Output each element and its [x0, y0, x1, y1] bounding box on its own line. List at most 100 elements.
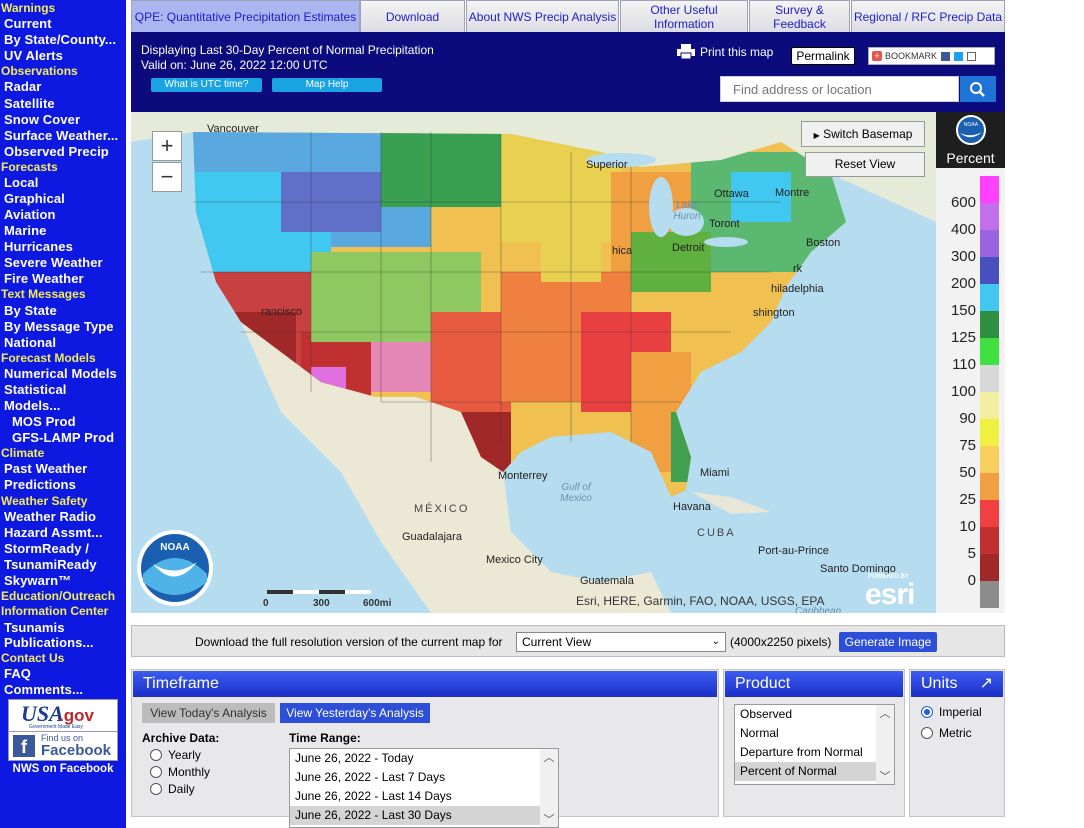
sidebar-link[interactable]: Weather Radio — [0, 509, 126, 524]
map-canvas: NOAA — [131, 112, 936, 613]
chevron-down-icon: ⌄ — [711, 636, 720, 647]
zoom-in-button[interactable]: + — [152, 131, 182, 161]
archive-option-label: Monthly — [168, 765, 211, 779]
permalink-button[interactable]: Permalink — [791, 47, 855, 65]
chevron-up-icon[interactable]: ︿ — [876, 705, 894, 721]
facebook-caption[interactable]: NWS on Facebook — [0, 763, 126, 775]
tab-3[interactable]: Other Useful Information — [620, 0, 748, 32]
sidebar-link[interactable]: Marine — [0, 223, 126, 238]
sidebar-link[interactable]: Tsunamis — [0, 620, 126, 635]
map-header: Displaying Last 30-Day Percent of Normal… — [131, 32, 1005, 112]
archive-option[interactable]: Yearly — [150, 748, 201, 762]
radio-button[interactable] — [150, 783, 162, 795]
chevron-up-icon[interactable]: ︿ — [540, 749, 558, 765]
chevron-down-icon[interactable]: ﹀ — [540, 811, 558, 827]
sidebar-link[interactable]: Observed Precip — [0, 144, 126, 159]
list-option[interactable]: Observed — [735, 705, 894, 724]
switch-basemap-button[interactable]: ▶ Switch Basemap — [801, 121, 925, 147]
sidebar-link[interactable]: By State/County... — [0, 32, 126, 47]
sidebar-link[interactable]: Models... — [0, 398, 126, 413]
search-button[interactable] — [960, 76, 996, 102]
radio-button[interactable] — [921, 727, 933, 739]
sidebar-link[interactable]: TsunamiReady — [0, 557, 126, 572]
download-description: Download the full resolution version of … — [195, 635, 503, 649]
legend-label: 25 — [959, 491, 976, 508]
sidebar-link[interactable]: StormReady / — [0, 541, 126, 556]
sidebar-link[interactable]: Graphical — [0, 191, 126, 206]
sidebar-link[interactable]: By Message Type — [0, 319, 126, 334]
sidebar-link[interactable]: Publications... — [0, 635, 126, 650]
scrollbar[interactable]: ︿ ﹀ — [540, 749, 558, 827]
scrollbar[interactable]: ︿ ﹀ — [876, 705, 894, 784]
sidebar-link[interactable]: GFS-LAMP Prod — [0, 430, 126, 445]
list-option[interactable]: Normal — [735, 724, 894, 743]
map-place-label: Superior — [586, 159, 628, 171]
list-option[interactable]: June 26, 2022 - Last 30 Days — [290, 806, 558, 825]
zoom-out-button[interactable]: − — [152, 162, 182, 192]
chevron-down-icon[interactable]: ﹀ — [876, 768, 894, 784]
sidebar-link[interactable]: Local — [0, 175, 126, 190]
tab-1[interactable]: Download — [360, 0, 465, 32]
sidebar-link[interactable]: Surface Weather... — [0, 128, 126, 143]
map-attribution: Esri, HERE, Garmin, FAO, NOAA, USGS, EPA — [576, 594, 825, 608]
sidebar-link[interactable]: FAQ — [0, 666, 126, 681]
usagov-badge[interactable]: USA .gov Government Made Easy — [8, 699, 118, 732]
expand-icon[interactable]: ↗ — [980, 671, 993, 697]
tab-2[interactable]: About NWS Precip Analysis — [466, 0, 619, 32]
sidebar-link[interactable]: Predictions — [0, 477, 126, 492]
sidebar-link[interactable]: Numerical Models — [0, 366, 126, 381]
facebook-badge[interactable]: f Find us on Facebook — [8, 731, 118, 761]
sidebar-link[interactable]: Fire Weather — [0, 271, 126, 286]
list-option[interactable]: June 26, 2022 - Last 7 Days — [290, 768, 558, 787]
sidebar-link[interactable]: Comments... — [0, 682, 126, 697]
sidebar-link[interactable]: National — [0, 335, 126, 350]
download-extent-select[interactable]: Current View ⌄ — [516, 632, 726, 652]
map-place-label: hica — [612, 245, 633, 257]
reset-view-button[interactable]: Reset View — [805, 152, 925, 177]
noaa-logo: NOAA — [137, 530, 213, 606]
units-option[interactable]: Metric — [921, 726, 972, 740]
precip-map[interactable]: NOAA + − ▶ Switch Basemap Reset View Van… — [131, 112, 1005, 613]
download-extent-value: Current View — [522, 635, 592, 649]
generate-image-button[interactable]: Generate Image — [839, 632, 937, 652]
map-place-label: Guadalajara — [402, 531, 462, 543]
sidebar-link[interactable]: UV Alerts — [0, 48, 126, 63]
view-yesterday-button[interactable]: View Yesterday's Analysis — [280, 703, 430, 723]
location-search-input[interactable] — [720, 76, 959, 102]
radio-button[interactable] — [150, 766, 162, 778]
sidebar-link[interactable]: Statistical — [0, 382, 126, 397]
sidebar-link[interactable]: Radar — [0, 79, 126, 94]
timeframe-header: Timeframe — [133, 671, 717, 697]
time-range-listbox[interactable]: June 26, 2022 - Today June 26, 2022 - Las… — [289, 748, 559, 828]
utc-time-button[interactable]: What is UTC time? — [151, 78, 262, 92]
view-today-button[interactable]: View Today's Analysis — [142, 703, 275, 723]
sidebar-link[interactable]: Current — [0, 16, 126, 31]
time-range-label: Time Range: — [289, 731, 361, 745]
list-option[interactable]: June 26, 2022 - Today — [290, 749, 558, 768]
archive-option[interactable]: Monthly — [150, 765, 210, 779]
product-listbox[interactable]: Observed Normal Departure from Normal Perce… — [734, 704, 895, 785]
tab-4[interactable]: Survey & Feedback — [749, 0, 850, 32]
sidebar-link[interactable]: Skywarn™ — [0, 573, 126, 588]
units-option[interactable]: Imperial — [921, 705, 982, 719]
bookmark-button[interactable]: + BOOKMARK — [868, 47, 995, 65]
radio-button[interactable] — [921, 706, 933, 718]
archive-option[interactable]: Daily — [150, 782, 195, 796]
list-option[interactable]: Departure from Normal — [735, 743, 894, 762]
tab-0[interactable]: QPE: Quantitative Precipitation Estimate… — [131, 0, 360, 32]
sidebar-link[interactable]: Severe Weather — [0, 255, 126, 270]
map-help-button[interactable]: Map Help — [272, 78, 382, 92]
sidebar-link[interactable]: Hazard Assmt... — [0, 525, 126, 540]
tab-5[interactable]: Regional / RFC Precip Data — [851, 0, 1005, 32]
list-option[interactable]: June 26, 2022 - Last 14 Days — [290, 787, 558, 806]
sidebar-link[interactable]: Hurricanes — [0, 239, 126, 254]
sidebar-link[interactable]: By State — [0, 303, 126, 318]
sidebar-link[interactable]: Aviation — [0, 207, 126, 222]
list-option[interactable]: Percent of Normal — [735, 762, 894, 781]
radio-button[interactable] — [150, 749, 162, 761]
sidebar-link[interactable]: Past Weather — [0, 461, 126, 476]
sidebar-link[interactable]: MOS Prod — [0, 414, 126, 429]
print-map-link[interactable]: Print this map — [677, 44, 773, 59]
sidebar-link[interactable]: Snow Cover — [0, 112, 126, 127]
sidebar-link[interactable]: Satellite — [0, 96, 126, 111]
